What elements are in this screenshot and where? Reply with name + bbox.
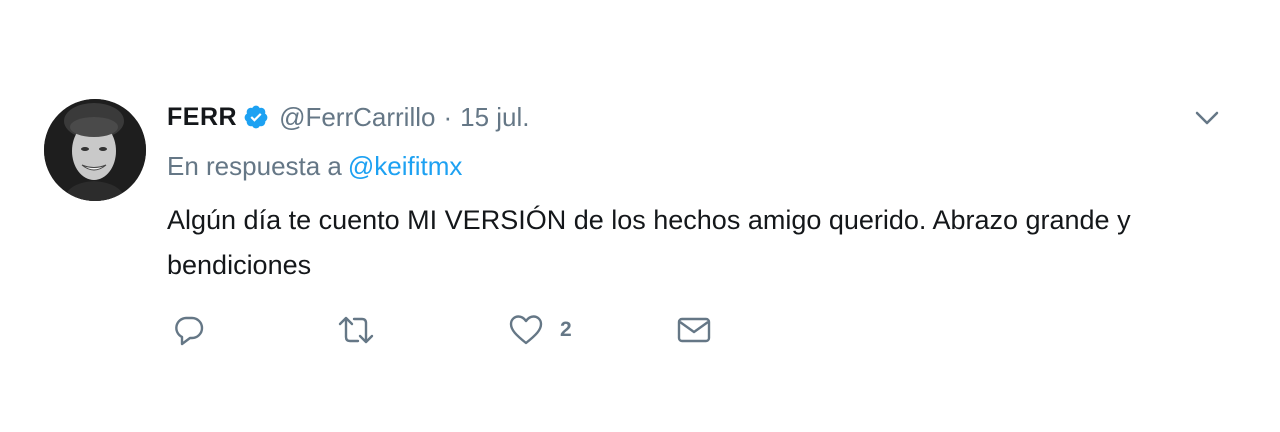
avatar[interactable] xyxy=(44,99,146,201)
verified-badge-icon xyxy=(243,104,269,130)
retweet-button[interactable] xyxy=(336,310,376,350)
chevron-down-icon[interactable] xyxy=(1192,105,1222,131)
tweet-date[interactable]: 15 jul. xyxy=(460,102,529,133)
direct-message-button[interactable] xyxy=(676,310,712,350)
author-name[interactable]: FERR xyxy=(167,103,237,132)
reply-prefix: En respuesta a xyxy=(167,151,342,181)
tweet-card[interactable]: FERR @FerrCarrillo · 15 jul. En respuest… xyxy=(0,0,1280,432)
separator-dot: · xyxy=(443,101,453,132)
like-button[interactable]: 2 xyxy=(508,310,572,350)
avatar-photo xyxy=(44,99,146,201)
reply-context: En respuesta a @keifitmx xyxy=(167,151,462,182)
reply-button[interactable] xyxy=(172,310,206,350)
reply-icon xyxy=(172,313,206,347)
retweet-icon xyxy=(336,313,376,347)
reply-mention-link[interactable]: @keifitmx xyxy=(348,151,463,181)
tweet-actions: 2 xyxy=(172,310,772,350)
envelope-icon xyxy=(676,313,712,347)
heart-icon xyxy=(508,313,544,347)
author-handle[interactable]: @FerrCarrillo xyxy=(279,102,435,133)
tweet-header: FERR @FerrCarrillo · 15 jul. xyxy=(167,99,530,135)
like-count: 2 xyxy=(560,318,572,341)
tweet-text: Algún día te cuento MI VERSIÓN de los he… xyxy=(167,205,1131,280)
